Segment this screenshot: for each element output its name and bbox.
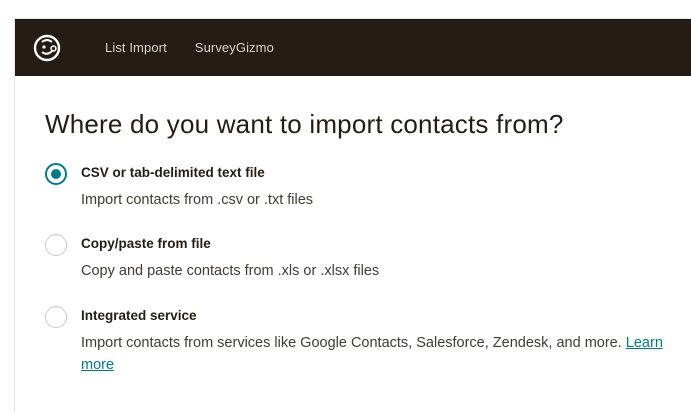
import-panel: List Import SurveyGizmo Where do you wan… — [14, 18, 691, 412]
option-description-csv: Import contacts from .csv or .txt files — [81, 192, 314, 208]
top-navigation-bar: List Import SurveyGizmo — [15, 19, 691, 76]
page-title: Where do you want to import contacts fro… — [45, 109, 564, 139]
radio-copy-paste[interactable] — [45, 234, 67, 256]
mailchimp-logo-icon[interactable] — [32, 33, 62, 63]
option-description-copy-paste: Copy and paste contacts from .xls or .xl… — [81, 263, 380, 279]
radio-csv[interactable] — [45, 163, 67, 185]
option-title-copy-paste: Copy/paste from file — [81, 236, 211, 251]
option-description-integrated-service: Import contacts from services like Googl… — [81, 332, 681, 376]
option-title-integrated-service: Integrated service — [81, 308, 197, 323]
option-title-csv: CSV or tab-delimited text file — [81, 165, 265, 180]
option-description-text: Import contacts from services like Googl… — [81, 335, 622, 351]
radio-selected-dot — [51, 169, 61, 179]
nav-link-list-import[interactable]: List Import — [105, 40, 167, 55]
radio-integrated-service[interactable] — [45, 306, 67, 328]
nav-link-surveygizmo[interactable]: SurveyGizmo — [195, 40, 274, 55]
